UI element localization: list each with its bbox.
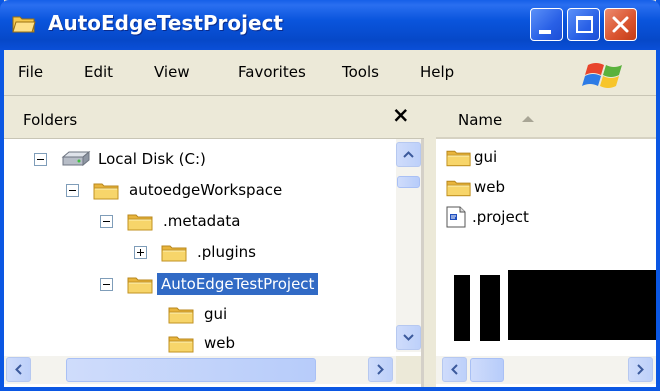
maximize-icon xyxy=(576,16,593,33)
tree-item-label: autoedgeWorkspace xyxy=(129,181,283,199)
title-bar[interactable]: AutoEdgeTestProject xyxy=(0,0,660,50)
collapse-icon[interactable] xyxy=(66,183,79,197)
minimize-button[interactable] xyxy=(530,8,563,41)
horizontal-scroll-thumb[interactable] xyxy=(470,358,504,382)
minimize-icon xyxy=(539,30,551,34)
tree-item-label: .plugins xyxy=(197,243,256,261)
redaction-block xyxy=(508,270,656,340)
folders-vertical-scrollbar[interactable] xyxy=(396,139,421,352)
folder-icon xyxy=(12,16,36,33)
folder-icon xyxy=(161,242,188,262)
scroll-right-button[interactable] xyxy=(628,357,653,382)
collapse-icon[interactable] xyxy=(34,152,47,166)
chevron-down-icon xyxy=(403,334,414,341)
chevron-up-icon xyxy=(403,151,414,158)
chevron-right-icon xyxy=(637,364,644,375)
folders-pane: Folders × Local Disk (C:) autoedgeWorksp… xyxy=(4,97,424,387)
tree-item-web[interactable]: web xyxy=(168,330,237,356)
file-item-label: gui xyxy=(474,148,498,166)
tree-item-autoedgetestproject[interactable]: AutoEdgeTestProject xyxy=(100,271,319,297)
tree-item-local-disk[interactable]: Local Disk (C:) xyxy=(34,146,208,172)
window-title: AutoEdgeTestProject xyxy=(48,11,283,35)
maximize-button[interactable] xyxy=(567,8,600,41)
tree-item-gui[interactable]: gui xyxy=(168,301,229,327)
scroll-thumb[interactable] xyxy=(397,176,420,188)
scroll-right-button[interactable] xyxy=(368,357,393,382)
scroll-up-button[interactable] xyxy=(396,142,421,167)
project-file-icon xyxy=(446,206,466,228)
file-item-gui[interactable]: gui xyxy=(446,144,497,170)
tree-item-label-selected: AutoEdgeTestProject xyxy=(157,273,319,295)
folder-icon xyxy=(127,211,154,231)
menu-bar: File Edit View Favorites Tools Help xyxy=(4,50,656,96)
chevron-left-icon xyxy=(451,364,458,375)
menu-edit[interactable]: Edit xyxy=(84,63,113,81)
tree-item-label: .metadata xyxy=(163,212,241,230)
menu-view[interactable]: View xyxy=(154,63,190,81)
folder-icon xyxy=(168,333,195,353)
close-icon xyxy=(612,16,629,33)
tree-item-label: gui xyxy=(204,305,228,323)
name-column-header[interactable]: Name xyxy=(436,97,656,139)
menu-tools[interactable]: Tools xyxy=(342,63,379,81)
scroll-down-button[interactable] xyxy=(396,325,421,350)
file-list-pane: Name gui web .project xyxy=(436,97,656,387)
folders-header: Folders × xyxy=(4,97,424,139)
redaction-block xyxy=(454,275,470,341)
folder-icon xyxy=(127,274,154,294)
tree-item-label: Local Disk (C:) xyxy=(98,150,206,168)
windows-logo-icon xyxy=(582,63,622,88)
file-item-label: web xyxy=(474,178,506,196)
folder-icon xyxy=(93,180,120,200)
file-item-project[interactable]: .project xyxy=(446,204,529,230)
name-column-label: Name xyxy=(458,111,503,129)
close-button[interactable] xyxy=(604,8,637,41)
folders-title: Folders xyxy=(23,111,78,129)
scroll-left-button[interactable] xyxy=(442,357,467,382)
menu-help[interactable]: Help xyxy=(420,63,454,81)
tree-item-autoedgeworkspace[interactable]: autoedgeWorkspace xyxy=(66,177,284,203)
folder-icon xyxy=(168,304,195,324)
explorer-window: AutoEdgeTestProject File Edit View Favor… xyxy=(0,0,660,391)
folder-icon xyxy=(446,147,472,167)
folders-close-button[interactable]: × xyxy=(392,103,410,127)
horizontal-scroll-thumb[interactable] xyxy=(66,358,316,382)
collapse-icon[interactable] xyxy=(100,214,113,228)
hard-disk-icon xyxy=(61,150,91,167)
tree-item-label: web xyxy=(204,334,236,352)
scrollbar-corner xyxy=(396,356,421,384)
tree-item-metadata[interactable]: .metadata xyxy=(100,208,242,234)
chevron-right-icon xyxy=(377,364,384,375)
tree-item-plugins[interactable]: .plugins xyxy=(134,239,258,265)
menu-file[interactable]: File xyxy=(18,63,43,81)
sort-ascending-icon xyxy=(522,116,534,122)
scroll-left-button[interactable] xyxy=(6,357,31,382)
folders-horizontal-scrollbar[interactable] xyxy=(4,356,396,384)
expand-icon[interactable] xyxy=(134,245,147,259)
file-list-horizontal-scrollbar[interactable] xyxy=(436,356,656,384)
menu-favorites[interactable]: Favorites xyxy=(238,63,306,81)
redaction-block xyxy=(480,275,500,341)
chevron-left-icon xyxy=(15,364,22,375)
file-item-web[interactable]: web xyxy=(446,174,505,200)
collapse-icon[interactable] xyxy=(100,277,113,291)
file-item-label: .project xyxy=(472,208,529,226)
folder-icon xyxy=(446,177,472,197)
